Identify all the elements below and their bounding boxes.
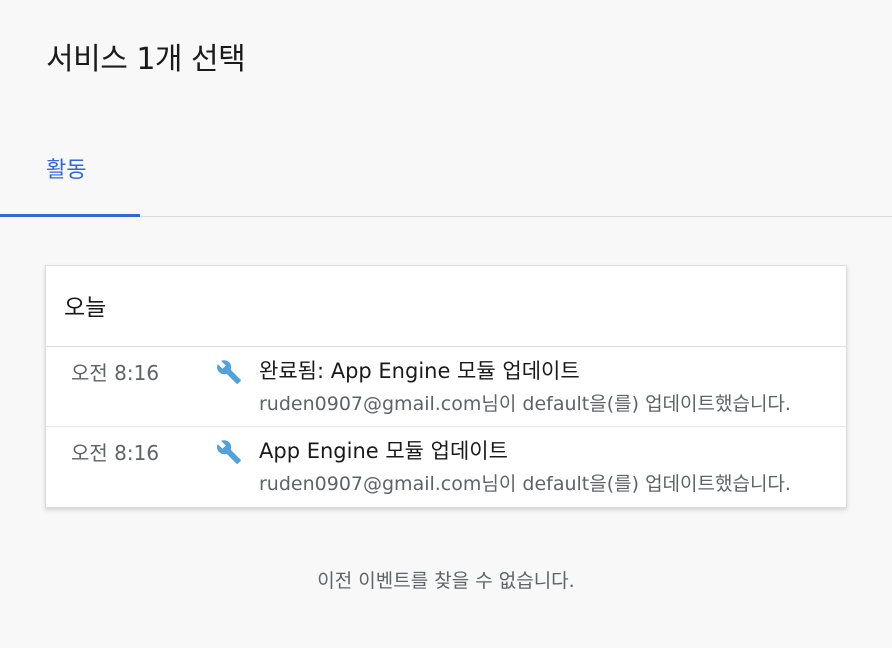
activity-item-description: ruden0907@gmail.com님이 default을(를) 업데이트했습…: [259, 473, 791, 495]
section-title-today: 오늘: [64, 295, 107, 321]
activity-page: 서비스 1개 선택 활동 오늘 오전 8:16 완료됨: App Engine …: [0, 0, 892, 648]
wrench-icon: [216, 439, 242, 465]
activity-item-time: 오전 8:16: [71, 441, 160, 465]
no-more-events-message: 이전 이벤트를 찾을 수 없습니다.: [317, 570, 575, 592]
tab-bar: 활동: [0, 130, 892, 217]
activity-item-description: ruden0907@gmail.com님이 default을(를) 업데이트했습…: [259, 393, 791, 415]
tab-activity[interactable]: 활동: [0, 130, 140, 217]
page-title: 서비스 1개 선택: [46, 42, 246, 77]
tab-activity-label: 활동: [46, 158, 87, 183]
activity-item-time: 오전 8:16: [71, 361, 160, 385]
activity-card: 오늘 오전 8:16 완료됨: App Engine 모듈 업데이트 ruden…: [45, 265, 847, 508]
activity-item-title: 완료됨: App Engine 모듈 업데이트: [259, 359, 580, 383]
tab-active-indicator: [0, 214, 140, 217]
activity-section-header: 오늘: [46, 266, 846, 347]
activity-item[interactable]: 오전 8:16 App Engine 모듈 업데이트 ruden0907@gma…: [46, 427, 846, 507]
activity-item[interactable]: 오전 8:16 완료됨: App Engine 모듈 업데이트 ruden090…: [46, 347, 846, 427]
wrench-icon: [216, 359, 242, 385]
activity-item-title: App Engine 모듈 업데이트: [259, 439, 508, 463]
